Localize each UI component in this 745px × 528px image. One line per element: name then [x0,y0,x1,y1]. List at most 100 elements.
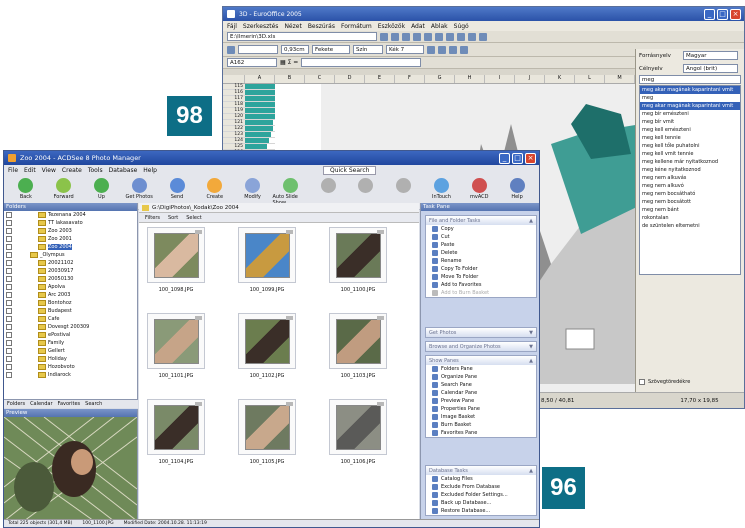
cell-reference-box[interactable]: A162 [227,58,277,67]
folder-item[interactable]: 20030917 [4,267,137,275]
folder-checkbox[interactable] [6,268,12,274]
folder-item[interactable]: Tezenana 2004 [4,211,137,219]
cut-icon[interactable] [424,32,432,41]
dictionary-entry[interactable]: meg kell tennie [640,134,740,142]
task-item[interactable]: Excluded Folder Settings... [426,491,536,499]
folder-item[interactable]: Zoo 2003 [4,227,137,235]
acdsee-maximize-button[interactable]: □ [512,152,523,164]
folder-item[interactable]: Budapest [4,307,137,315]
task-item[interactable]: Paste [426,241,536,249]
task-group-header[interactable]: Show Panes ▲ [426,356,536,365]
folder-checkbox[interactable] [6,276,12,282]
thumbnail-tag-icon[interactable] [195,316,202,320]
dictionary-entry[interactable]: meg nem bocsátott [640,198,740,206]
menu-item[interactable]: Súgó [454,23,469,30]
function-wizard-icon[interactable]: ▦ Σ = [280,59,298,66]
folder-item[interactable]: ePostival [4,331,137,339]
task-item[interactable]: Calendar Pane [426,389,536,397]
thumbnail[interactable] [238,227,296,283]
save-icon[interactable] [391,32,399,41]
dictionary-entry[interactable]: meg bír vmit [640,118,740,126]
task-item[interactable]: Back up Database... [426,499,536,507]
shadow-icon[interactable] [427,45,435,54]
folder-tab[interactable]: Favorites [58,401,81,407]
line-color-select[interactable]: Fekete [312,45,350,54]
task-item[interactable]: Exclude From Database [426,483,536,491]
thumbnail[interactable] [147,227,205,283]
quick-search-field[interactable]: Quick Search [322,165,377,175]
task-item[interactable]: Folders Pane [426,365,536,373]
folder-item[interactable]: Indiarock [4,371,137,379]
maximize-button[interactable]: □ [717,8,728,20]
toolbar-button[interactable] [348,178,384,194]
dictionary-search-input[interactable]: meg [639,75,741,84]
acdsee-close-button[interactable]: × [525,152,536,164]
folder-tree[interactable]: Tezenana 2004 TT lakasavato Zoo 2003 Zoo 20… [4,211,137,379]
chevron-icon[interactable]: ▼ [529,344,533,350]
folder-item[interactable]: _Olympus [4,251,137,259]
folder-item[interactable]: Family [4,339,137,347]
thumbnail-tag-icon[interactable] [195,230,202,234]
column-header[interactable]: C [305,75,335,83]
dictionary-entry[interactable]: meg akar magának kaparintani vmit [640,102,740,110]
folder-item[interactable]: Dovesgt 200309 [4,323,137,331]
path-combobox[interactable]: E:\Ilmerin\3D.xls [227,32,377,41]
area-color-select[interactable]: Kék 7 [386,45,424,54]
line-tool-icon[interactable] [227,45,235,54]
task-item[interactable]: Favorites Pane [426,429,536,437]
chevron-icon[interactable]: ▲ [529,468,533,474]
filter-bar-item[interactable]: Select [186,215,201,221]
thumbnail-tag-icon[interactable] [195,402,202,406]
thumbnail-tag-icon[interactable] [377,402,384,406]
folder-item[interactable]: 20050130 [4,275,137,283]
toolbar-button[interactable]: Back [8,178,44,200]
open-icon[interactable] [380,32,388,41]
folder-checkbox[interactable] [6,292,12,298]
toolbar-button[interactable]: Send [159,178,195,200]
dictionary-entry[interactable]: meg kellene már nyitatkoznod [640,158,740,166]
task-item[interactable]: Copy [426,225,536,233]
column-header[interactable]: A [245,75,275,83]
folder-tab[interactable]: Search [85,401,102,407]
column-header[interactable]: I [485,75,515,83]
menu-item[interactable]: Ablak [431,23,448,30]
folder-item[interactable]: Apolva [4,283,137,291]
menu-item[interactable]: Beszúrás [308,23,335,30]
dictionary-result-list[interactable]: meg akar magának kaparintani vmit meg meg … [639,85,741,275]
folder-item[interactable]: Bontohoz [4,299,137,307]
thumbnail[interactable] [329,227,387,283]
source-language-select[interactable]: Magyar [683,51,738,60]
folder-item[interactable]: Hozobvoto [4,363,137,371]
folder-tab[interactable]: Calendar [30,401,52,407]
thumbnail[interactable] [238,313,296,369]
folder-checkbox[interactable] [6,244,12,250]
folder-checkbox[interactable] [6,228,12,234]
acdsee-menu-item[interactable]: Database [109,167,138,174]
line-style-select[interactable] [238,45,278,54]
dictionary-entry[interactable]: de szüntelen eltemetni [640,222,740,230]
thumbnail[interactable] [329,399,387,455]
undo-icon[interactable] [457,32,465,41]
thumbnail-tag-icon[interactable] [286,316,293,320]
close-button[interactable]: × [730,8,741,20]
thumbnail-tag-icon[interactable] [286,230,293,234]
column-header[interactable]: H [455,75,485,83]
dictionary-entry[interactable]: meg kell vmit tennie [640,150,740,158]
toolbar-button[interactable]: Forward [46,178,82,200]
folder-checkbox[interactable] [6,300,12,306]
task-item[interactable]: Burn Basket [426,421,536,429]
thumbnail[interactable] [238,399,296,455]
chart-icon[interactable] [479,32,487,41]
thumbnail-tag-icon[interactable] [286,402,293,406]
dictionary-entry[interactable]: meg nem alkuvás [640,174,740,182]
folder-checkbox[interactable] [6,284,12,290]
folder-checkbox[interactable] [6,220,12,226]
column-header[interactable]: L [575,75,605,83]
column-header[interactable]: G [425,75,455,83]
task-group-header[interactable]: Database Tasks ▲ [426,466,536,475]
folder-checkbox[interactable] [6,316,12,322]
task-item[interactable]: Delete [426,249,536,257]
dictionary-entry[interactable]: meg bír emészteni [640,110,740,118]
rotate-icon[interactable] [438,45,446,54]
folder-item[interactable]: TT lakasavato [4,219,137,227]
